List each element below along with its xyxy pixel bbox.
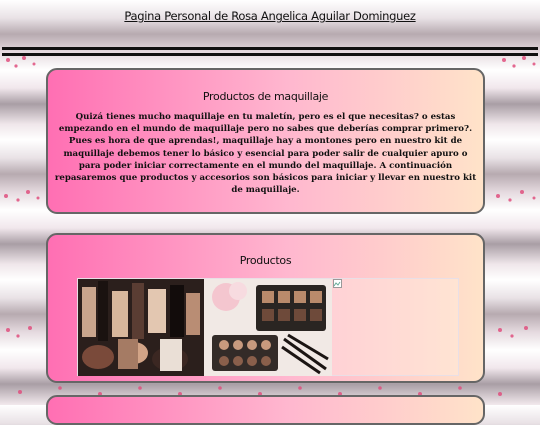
header-divider-bottom bbox=[2, 53, 538, 56]
next-section bbox=[46, 395, 485, 425]
makeup-collection-photo[interactable] bbox=[78, 279, 204, 376]
page-title: Pagina Personal de Rosa Angelica Aguilar… bbox=[124, 9, 416, 23]
section-body-text: Quizá tienes mucho maquillaje en tu male… bbox=[54, 112, 477, 196]
product-gallery bbox=[77, 278, 459, 376]
section-title: Productos bbox=[239, 254, 292, 267]
products-section: Productos bbox=[46, 233, 485, 383]
broken-image-icon bbox=[333, 279, 342, 288]
header-divider-top bbox=[2, 47, 538, 50]
makeup-palette-brushes-photo[interactable] bbox=[204, 279, 332, 376]
section-title: Productos de maquillaje bbox=[202, 90, 329, 103]
makeup-products-section: Productos de maquillaje Quizá tienes muc… bbox=[46, 68, 485, 214]
